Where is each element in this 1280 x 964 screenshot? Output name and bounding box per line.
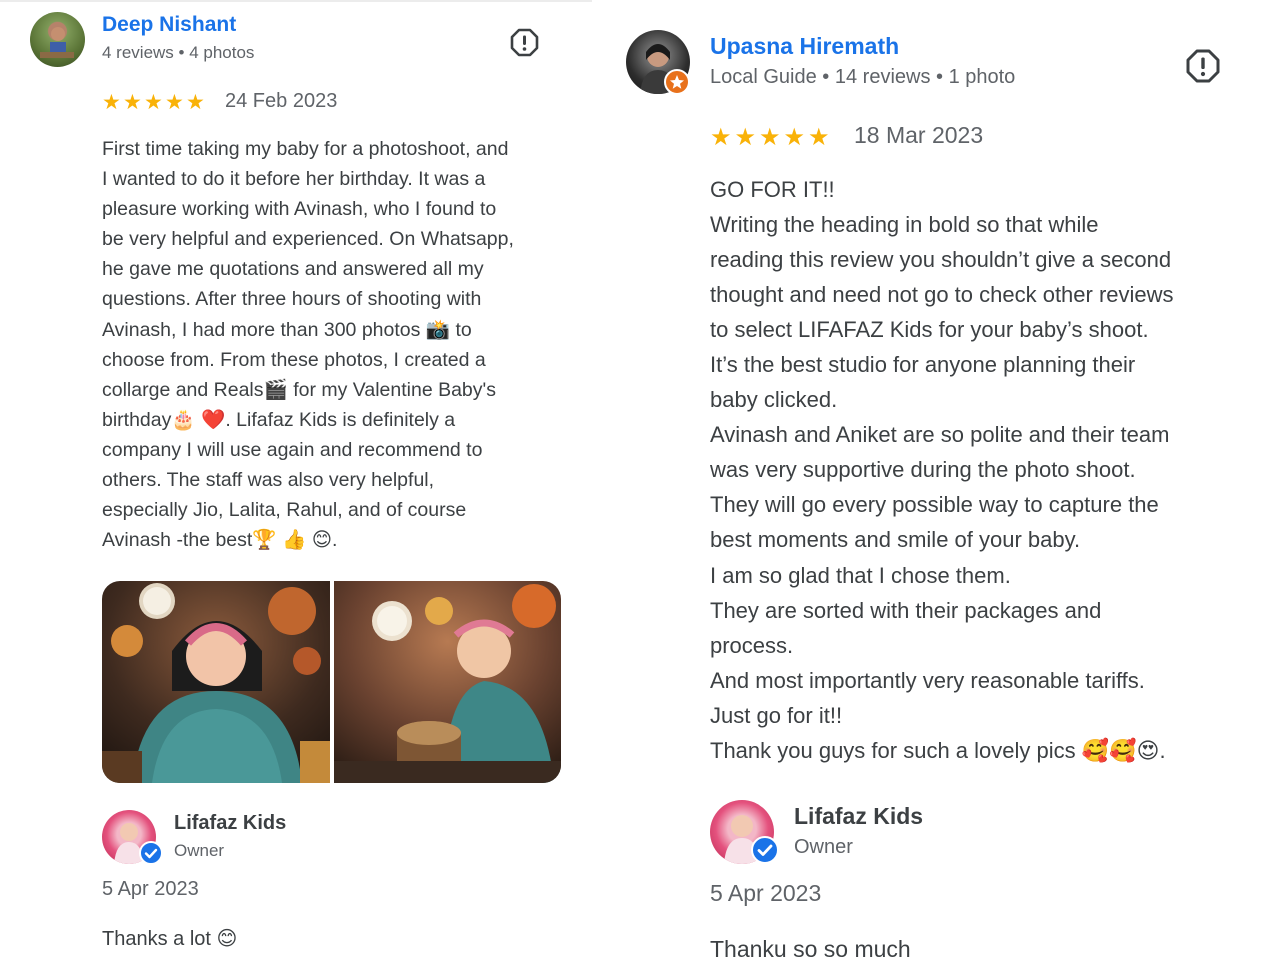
review-card-deep-nishant: Deep Nishant 4 reviews • 4 photos ★ ★ ★ … (0, 0, 592, 964)
review-photos (102, 581, 561, 783)
review-text-line: Avinash -the best🏆 👍 😊. (102, 529, 338, 552)
star-icon: ★ (759, 124, 781, 151)
verified-check-icon (139, 841, 163, 865)
review-text-line: to select LIFAFAZ Kids for your baby’s s… (710, 317, 1149, 343)
review-text-line: reading this review you shouldn’t give a… (710, 247, 1172, 273)
review-text-line: baby clicked. (710, 387, 838, 413)
star-icon: ★ (734, 124, 757, 151)
review-text-line: choose from. From these photos, I create… (102, 348, 486, 371)
review-text-line: Writing the heading in bold so that whil… (710, 212, 1099, 238)
review-photo[interactable] (102, 581, 330, 783)
review-text-line: questions. After three hours of shooting… (102, 288, 482, 311)
review-text-line: It’s the best studio for anyone planning… (710, 352, 1136, 378)
review-text-line: Avinash and Aniket are so polite and the… (710, 422, 1170, 448)
review-text-line: birthday🎂 ❤️. Lifafaz Kids is definitely… (102, 408, 456, 431)
review-text-line: They are sorted with their packages and (710, 597, 1102, 623)
review-text-line: others. The staff was also very helpful, (102, 469, 435, 492)
review-text-line: collarge and Reals🎬 for my Valentine Bab… (102, 378, 496, 401)
review-text-line: pleasure working with Avinash, who I fou… (102, 198, 497, 221)
star-icon: ★ (144, 91, 163, 114)
review-text-line: was very supportive during the photo sho… (710, 457, 1136, 483)
reviewer-meta: 4 reviews • 4 photos (102, 43, 255, 62)
verified-check-icon (751, 836, 779, 864)
reviewer-name[interactable]: Deep Nishant (102, 13, 236, 37)
owner-role: Owner (174, 841, 225, 860)
review-text: GO FOR IT!! Writing the heading in bold … (710, 172, 1270, 768)
review-text-line: he gave me quotations and answered all m… (102, 258, 484, 281)
owner-role: Owner (794, 836, 853, 858)
review-text-line: They will go every possible way to captu… (710, 492, 1159, 518)
review-text-line: company I will use again and recommend t… (102, 438, 483, 461)
review-text-line: Just go for it!! (710, 702, 843, 728)
report-flag-icon[interactable] (510, 28, 539, 57)
review-text-line: be very helpful and experienced. On What… (102, 228, 514, 251)
star-icon: ★ (808, 124, 830, 151)
review-text-line: thought and need not go to check other r… (710, 282, 1174, 308)
local-guide-badge-icon (664, 69, 690, 95)
review-date: 18 Mar 2023 (854, 122, 984, 148)
owner-name: Lifafaz Kids (174, 812, 287, 834)
reviewer-meta: Local Guide • 14 reviews • 1 photo (710, 66, 1016, 88)
divider (0, 0, 592, 2)
review-text-line: Thank you guys for such a lovely pics 🥰🥰… (710, 737, 1166, 763)
reviewer-avatar[interactable] (30, 12, 85, 67)
review-text-line: And most importantly very reasonable tar… (710, 667, 1145, 693)
star-rating: ★ ★ ★ ★ ★ (710, 125, 835, 150)
star-icon: ★ (710, 124, 732, 151)
review-text-line: GO FOR IT!! (710, 177, 835, 202)
owner-reply-date: 5 Apr 2023 (710, 880, 822, 906)
review-text-line: I wanted to do it before her birthday. I… (102, 168, 486, 191)
review-text-line: process. (710, 632, 794, 658)
star-rating: ★ ★ ★ ★ ★ (102, 92, 208, 114)
owner-reply-date: 5 Apr 2023 (102, 878, 199, 900)
owner-name: Lifafaz Kids (794, 803, 924, 829)
star-icon: ★ (165, 91, 184, 114)
owner-reply-text: Thanks a lot 😊 (102, 928, 238, 950)
report-flag-icon[interactable] (1186, 49, 1220, 83)
review-text-line: especially Jio, Lalita, Rahul, and of co… (102, 499, 467, 522)
review-text-line: best moments and smile of your baby. (710, 527, 1081, 553)
review-text: First time taking my baby for a photosho… (102, 134, 572, 555)
review-photo[interactable] (334, 581, 561, 783)
star-icon: ★ (123, 91, 142, 114)
star-icon: ★ (186, 91, 205, 114)
reviewer-name[interactable]: Upasna Hiremath (710, 33, 899, 60)
owner-reply-text: Thanku so so much (710, 936, 911, 962)
star-icon: ★ (783, 124, 806, 151)
review-text-line: I am so glad that I chose them. (710, 562, 1011, 588)
review-date: 24 Feb 2023 (225, 90, 338, 112)
review-text-line: First time taking my baby for a photosho… (102, 138, 509, 160)
star-icon: ★ (102, 91, 121, 114)
review-text-line: Avinash, I had more than 300 photos 📸 to (102, 318, 472, 341)
review-card-upasna-hiremath: Upasna Hiremath Local Guide • 14 reviews… (600, 0, 1280, 964)
